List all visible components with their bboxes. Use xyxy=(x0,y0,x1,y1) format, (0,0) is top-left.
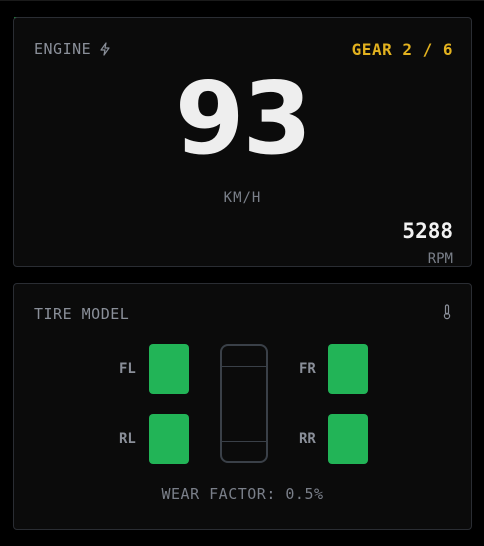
top-divider xyxy=(0,0,484,1)
tire-label-rl: RL xyxy=(119,431,136,447)
lightning-bolt-icon xyxy=(99,42,111,56)
tire-front-right xyxy=(328,344,368,394)
engine-panel: ENGINE GEAR 2 / 6 93 KM/H 5288 RPM xyxy=(13,17,472,267)
tire-model-panel: TIRE MODEL FL FR RL RR WEAR FACTOR: 0.5% xyxy=(13,283,472,530)
wear-factor: WEAR FACTOR: 0.5% xyxy=(161,485,324,503)
tire-rear-left xyxy=(149,414,189,464)
speed-unit: KM/H xyxy=(223,190,262,206)
speed-value: 93 xyxy=(174,60,312,177)
car-rear-line xyxy=(222,441,266,442)
tire-front-left xyxy=(149,344,189,394)
rpm-label: RPM xyxy=(427,251,453,267)
thermometer-icon xyxy=(442,304,452,324)
tire-rear-right xyxy=(328,414,368,464)
rpm-value: 5288 xyxy=(402,219,453,243)
car-outline xyxy=(220,344,268,463)
tire-panel-header: TIRE MODEL xyxy=(34,305,129,323)
engine-panel-header: ENGINE xyxy=(34,40,111,58)
tire-label-fr: FR xyxy=(299,361,316,377)
gear-indicator: GEAR 2 / 6 xyxy=(351,40,453,59)
engine-title: ENGINE xyxy=(34,40,92,58)
tire-model-title: TIRE MODEL xyxy=(34,305,130,323)
tire-label-rr: RR xyxy=(299,431,316,447)
car-windshield-line xyxy=(222,366,266,367)
tire-label-fl: FL xyxy=(119,361,136,377)
